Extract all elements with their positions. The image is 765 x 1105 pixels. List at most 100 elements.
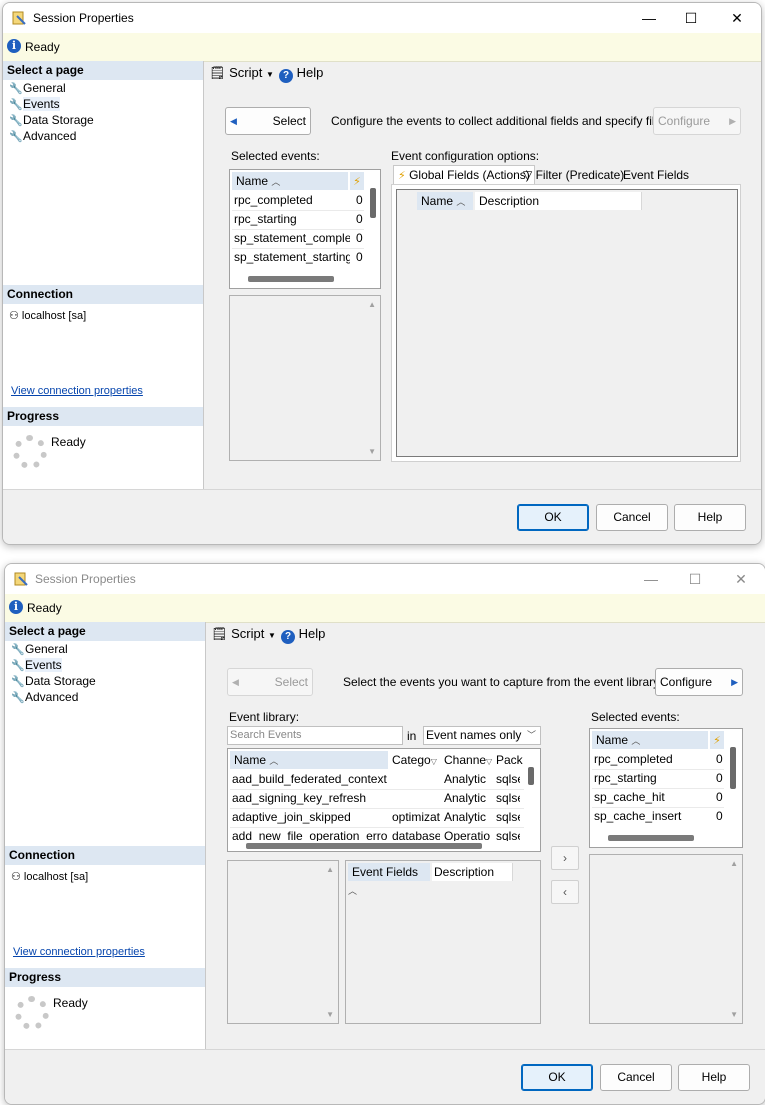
horizontal-scrollbar[interactable] — [246, 843, 482, 849]
vertical-scrollbar[interactable] — [730, 747, 736, 789]
connection-item: ⚇ localhost [sa] — [9, 307, 86, 325]
in-label: in — [407, 729, 417, 743]
scroll-down-icon[interactable]: ▼ — [730, 1010, 738, 1019]
select-button[interactable]: ◀ Select — [225, 107, 311, 135]
view-connection-properties-link[interactable]: View connection properties — [13, 946, 145, 958]
chevron-down-icon[interactable]: ▼ — [268, 631, 276, 640]
script-button[interactable]: 🗒 Script ▼ — [211, 625, 276, 643]
search-scope-select[interactable]: Event names only ﹀ — [423, 726, 541, 745]
column-header-description[interactable]: Description — [432, 863, 513, 881]
maximize-icon[interactable]: ☐ — [671, 7, 711, 29]
scroll-up-icon[interactable]: ▲ — [368, 300, 376, 309]
page-advanced[interactable]: 🔧Advanced — [9, 128, 76, 144]
library-event-name[interactable]: adaptive_join_skipped — [232, 808, 388, 827]
column-header-name[interactable]: Name ︿ — [232, 172, 348, 190]
column-header-package[interactable]: Pack — [494, 751, 524, 769]
minimize-icon[interactable]: — — [629, 7, 669, 29]
column-header-category[interactable]: Catego▽ — [390, 751, 440, 769]
header-label: Name — [596, 733, 629, 747]
close-icon[interactable]: ✕ — [721, 568, 761, 590]
arrow-right-icon: ▶ — [731, 677, 738, 687]
page-data-storage[interactable]: 🔧Data Storage — [11, 673, 96, 689]
selected-events-grid[interactable]: Name ︿ ⚡ rpc_completed 0 rpc_starting 0 … — [229, 169, 381, 289]
script-button[interactable]: 🗒 Script ▼ — [209, 64, 274, 82]
help-label: Help — [298, 626, 326, 641]
event-count: 0 — [716, 752, 723, 766]
status-bar: i Ready — [5, 594, 765, 623]
configure-button[interactable]: Configure ▶ — [655, 668, 743, 696]
column-header-description[interactable]: Description — [475, 192, 642, 210]
column-header-event-fields[interactable]: Event Fields ︿ — [348, 863, 430, 896]
event-name[interactable]: rpc_completed — [594, 750, 706, 769]
horizontal-scrollbar[interactable] — [248, 276, 334, 282]
remove-event-button[interactable]: ‹ — [551, 880, 579, 904]
column-header-channel[interactable]: Channe▽ — [442, 751, 492, 769]
page-data-storage[interactable]: 🔧Data Storage — [9, 112, 94, 128]
event-name[interactable]: sp_statement_comple... — [234, 229, 350, 248]
event-name[interactable]: sp_cache_insert — [594, 807, 706, 826]
page-events[interactable]: 🔧Events — [11, 657, 62, 673]
title-bar[interactable]: Session Properties — ☐ ✕ — [5, 564, 765, 594]
event-library-grid[interactable]: Name ︿ Catego▽ Channe▽ Pack aad_build_fe… — [227, 748, 541, 852]
help-footer-button[interactable]: Help — [678, 1064, 750, 1091]
tab-event-fields[interactable]: Event Fields — [623, 166, 689, 184]
event-name[interactable]: rpc_starting — [234, 210, 346, 229]
horizontal-scrollbar[interactable] — [608, 835, 694, 841]
event-name[interactable]: rpc_starting — [594, 769, 706, 788]
select-button[interactable]: ◀ Select — [227, 668, 313, 696]
lightning-icon: ⚡ — [710, 731, 724, 749]
event-name[interactable]: sp_cache_hit — [594, 788, 706, 807]
help-button[interactable]: ? Help — [279, 64, 323, 83]
column-header-name[interactable]: Name ︿ — [230, 751, 388, 769]
filter-icon: ▽ — [523, 168, 533, 182]
title-bar[interactable]: Session Properties — ☐ ✕ — [3, 3, 761, 33]
column-header-name[interactable]: Name ︿ — [592, 731, 708, 749]
library-event-name[interactable]: add_new_file_operation_error — [232, 827, 388, 841]
vertical-scrollbar[interactable] — [528, 767, 534, 785]
script-label: Script — [229, 65, 263, 80]
selected-event-description-panel: ▲ ▼ — [589, 854, 743, 1024]
help-footer-button[interactable]: Help — [674, 504, 746, 531]
connection-label: localhost [sa] — [21, 310, 87, 322]
scroll-down-icon[interactable]: ▼ — [326, 1010, 334, 1019]
scroll-down-icon[interactable]: ▼ — [368, 447, 376, 456]
cancel-button[interactable]: Cancel — [596, 504, 668, 531]
page-label: Events — [25, 658, 62, 672]
event-name[interactable]: rpc_completed — [234, 191, 346, 210]
sort-ascending-icon: ︿ — [348, 886, 358, 896]
events-select-page: ◀ Select Select the events you want to c… — [207, 646, 765, 1050]
ok-button[interactable]: OK — [517, 504, 589, 531]
help-button[interactable]: ? Help — [281, 625, 326, 644]
minimize-icon[interactable]: — — [631, 568, 671, 590]
library-event-name[interactable]: aad_build_federated_context — [232, 770, 388, 789]
page-advanced[interactable]: 🔧Advanced — [11, 689, 78, 705]
progress-header: Progress — [3, 407, 203, 426]
chevron-down-icon[interactable]: ▼ — [266, 70, 274, 79]
column-header-name[interactable]: Name ︿ — [417, 192, 473, 210]
cancel-button[interactable]: Cancel — [600, 1064, 672, 1091]
event-name[interactable]: sp_statement_starting — [234, 248, 350, 267]
vertical-scrollbar[interactable] — [370, 188, 376, 218]
library-event-name[interactable]: aad_signing_key_refresh — [232, 789, 388, 808]
tab-filter[interactable]: ▽ Filter (Predicate) — [523, 166, 624, 184]
global-fields-grid[interactable]: Name ︿ Description — [396, 189, 738, 457]
scroll-up-icon[interactable]: ▲ — [730, 859, 738, 868]
selected-events-grid[interactable]: Name ︿ ⚡ rpc_completed 0 rpc_starting 0 … — [589, 728, 743, 848]
configure-button[interactable]: Configure ▶ — [653, 107, 741, 135]
add-event-button[interactable]: › — [551, 846, 579, 870]
page-general[interactable]: 🔧General — [11, 641, 68, 657]
tab-global-fields[interactable]: ⚡ Global Fields (Actions) — [393, 165, 535, 184]
view-connection-properties-link[interactable]: View connection properties — [11, 385, 143, 397]
script-icon: 🗒 — [211, 626, 228, 641]
ok-button[interactable]: OK — [521, 1064, 593, 1091]
scroll-up-icon[interactable]: ▲ — [326, 865, 334, 874]
search-events-input[interactable]: Search Events — [227, 726, 403, 745]
maximize-icon[interactable]: ☐ — [675, 568, 715, 590]
event-fields-grid[interactable]: Event Fields ︿ Description — [345, 860, 541, 1024]
select-label: Select — [272, 114, 306, 128]
page-general[interactable]: 🔧General — [9, 80, 66, 96]
event-count: 0 — [716, 771, 723, 785]
config-tab-panel: Name ︿ Description — [391, 184, 741, 462]
close-icon[interactable]: ✕ — [717, 7, 757, 29]
page-events[interactable]: 🔧Events — [9, 96, 60, 112]
